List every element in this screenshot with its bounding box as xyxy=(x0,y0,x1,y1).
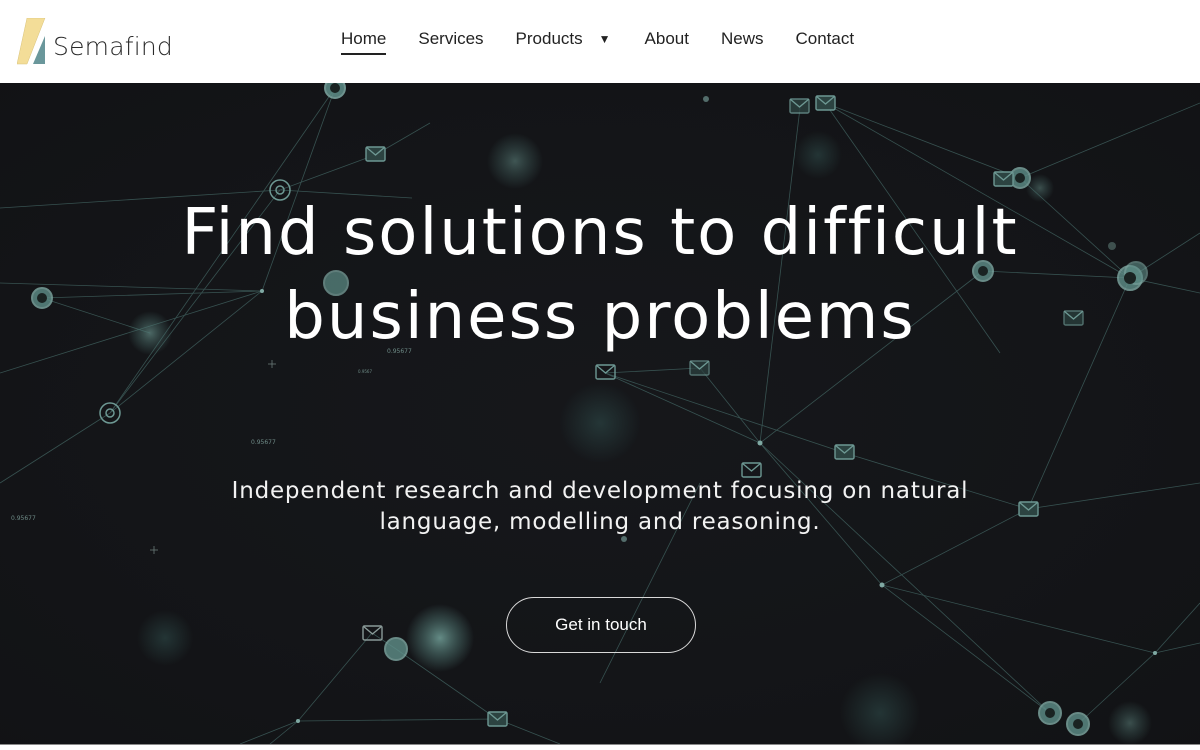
hero-title-line2: business problems xyxy=(284,280,916,354)
nav-contact[interactable]: Contact xyxy=(795,28,854,54)
get-in-touch-button[interactable]: Get in touch xyxy=(506,597,696,653)
hero-subtitle: Independent research and development foc… xyxy=(200,476,1000,538)
hero-title-line1: Find solutions to difficult xyxy=(181,196,1019,270)
page-bottom-edge xyxy=(0,744,1200,750)
nav-products-label: Products xyxy=(515,29,583,48)
nav-news[interactable]: News xyxy=(721,28,764,54)
brand-name: Semafind xyxy=(53,31,173,61)
logo[interactable]: Semafind xyxy=(16,17,173,67)
hero-subtitle-line1: Independent research and development foc… xyxy=(231,478,969,504)
logo-mark-icon xyxy=(16,17,49,66)
bg-number-label: 0.95677 xyxy=(11,515,36,522)
bg-number-label: 0.95677 xyxy=(251,439,276,446)
caret-down-icon[interactable]: ▼ xyxy=(599,32,611,46)
nav-services[interactable]: Services xyxy=(418,28,483,54)
bg-number-label: 0.9567 xyxy=(358,369,372,374)
nav-about[interactable]: About xyxy=(645,28,689,54)
main-nav: Home Services Products ▼ About News Cont… xyxy=(341,28,886,55)
nav-products[interactable]: Products ▼ xyxy=(516,28,611,54)
nav-home[interactable]: Home xyxy=(341,28,387,55)
site-header: Semafind Home Services Products ▼ About … xyxy=(0,0,1200,83)
hero-subtitle-line2: language, modelling and reasoning. xyxy=(379,509,821,535)
hero-title: Find solutions to difficult business pro… xyxy=(0,191,1200,359)
